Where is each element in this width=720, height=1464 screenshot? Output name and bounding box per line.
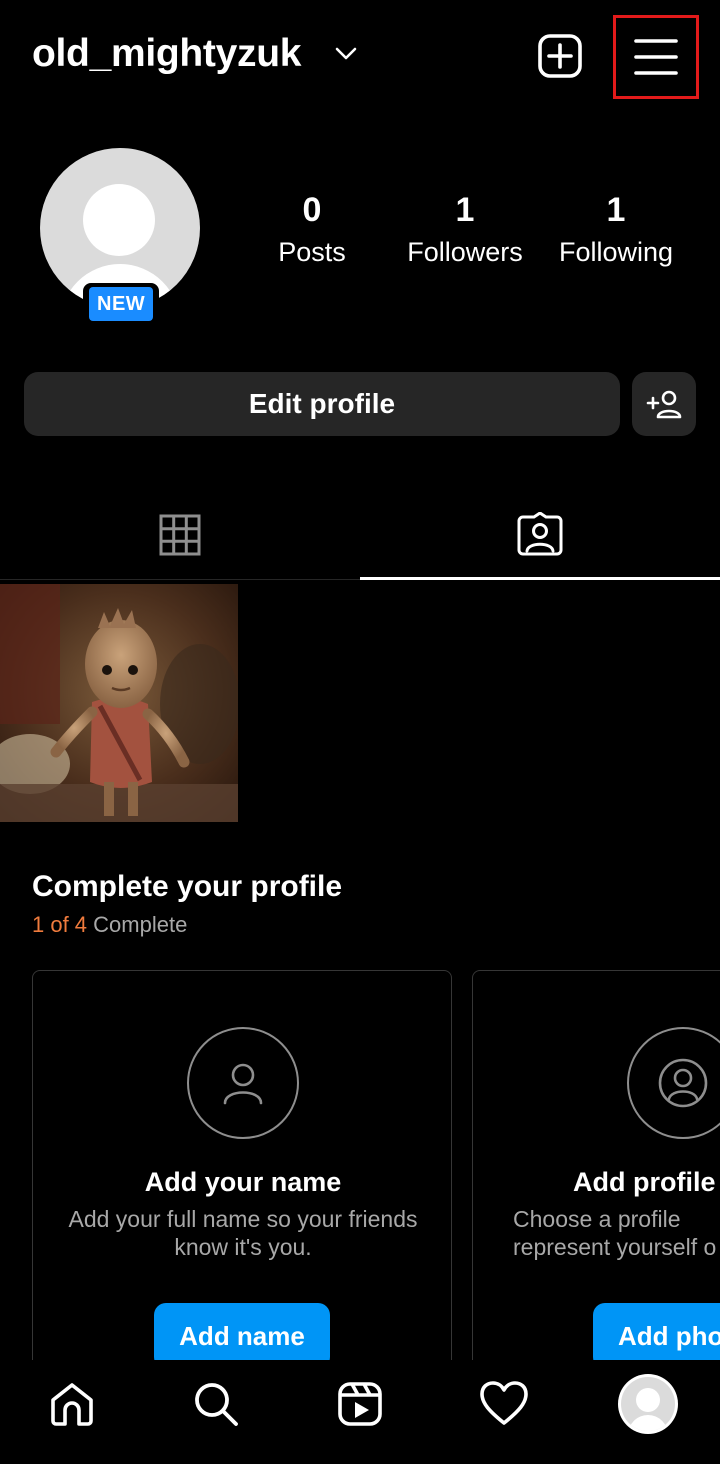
nav-search[interactable] [190,1378,242,1430]
profile-photo-icon [627,1027,720,1139]
nav-activity[interactable] [478,1378,530,1430]
chevron-down-icon[interactable] [334,46,358,62]
heart-icon [480,1381,528,1425]
followers-label: Followers [407,237,523,267]
nav-reels[interactable] [334,1378,386,1430]
tab-tagged[interactable] [360,490,720,580]
hamburger-menu-icon [634,39,678,75]
tab-posts-grid[interactable] [0,490,360,580]
following-count: 1 [606,191,626,229]
home-icon [51,1383,93,1426]
new-badge-label: NEW [89,287,154,321]
complete-profile-title: Complete your profile [32,870,343,903]
search-icon [195,1383,238,1426]
grid-icon [159,514,201,555]
profile-tabs [0,490,720,582]
add-photo-description-line-1: Choose a profile [513,1206,681,1232]
following-stat[interactable]: 1 Following [552,188,680,272]
progress-count: 1 of 4 [32,912,88,937]
nav-profile[interactable] [618,1374,678,1434]
complete-profile-progress: 1 of 4 Complete [32,912,187,938]
add-photo-description: Choose a profile represent yourself o [513,1205,720,1261]
posts-count: 0 [302,191,322,229]
add-name-card: Add your name Add your full name so your… [32,970,452,1390]
new-badge: NEW [83,283,160,325]
person-outline-icon [187,1027,299,1139]
add-name-description: Add your full name so your friends know … [68,1206,418,1260]
add-name-title: Add your name [144,1167,342,1197]
mini-avatar-head [636,1388,660,1412]
posts-stat[interactable]: 0 Posts [262,188,362,272]
followers-stat[interactable]: 1 Followers [398,188,532,272]
profile-screen: old_mightyzuk NEW 0 Posts 1 Followers 1 … [0,0,720,1464]
tagged-photo[interactable] [0,584,238,822]
following-label: Following [558,237,674,267]
profile-avatar-icon [621,1377,675,1431]
add-photo-description-line-2: represent yourself o [513,1234,717,1260]
top-bar: old_mightyzuk [0,0,720,112]
username[interactable]: old_mightyzuk [32,32,301,76]
bottom-nav [0,1360,720,1464]
create-button[interactable] [536,32,584,80]
edit-profile-button[interactable]: Edit profile [24,372,620,436]
discover-people-button[interactable] [632,372,696,436]
progress-suffix: Complete [87,912,188,937]
add-photo-title: Add profile p [573,1167,720,1197]
mini-avatar-body [628,1415,668,1431]
menu-button[interactable] [613,15,699,99]
add-profile-photo-card: Add profile p Choose a profile represent… [472,970,720,1390]
followers-count: 1 [455,191,475,229]
add-person-icon [646,390,682,419]
posts-label: Posts [278,237,346,267]
reels-icon [338,1382,382,1426]
tagged-person-icon [517,511,563,555]
avatar-placeholder-head [83,184,155,256]
nav-home[interactable] [46,1378,98,1430]
